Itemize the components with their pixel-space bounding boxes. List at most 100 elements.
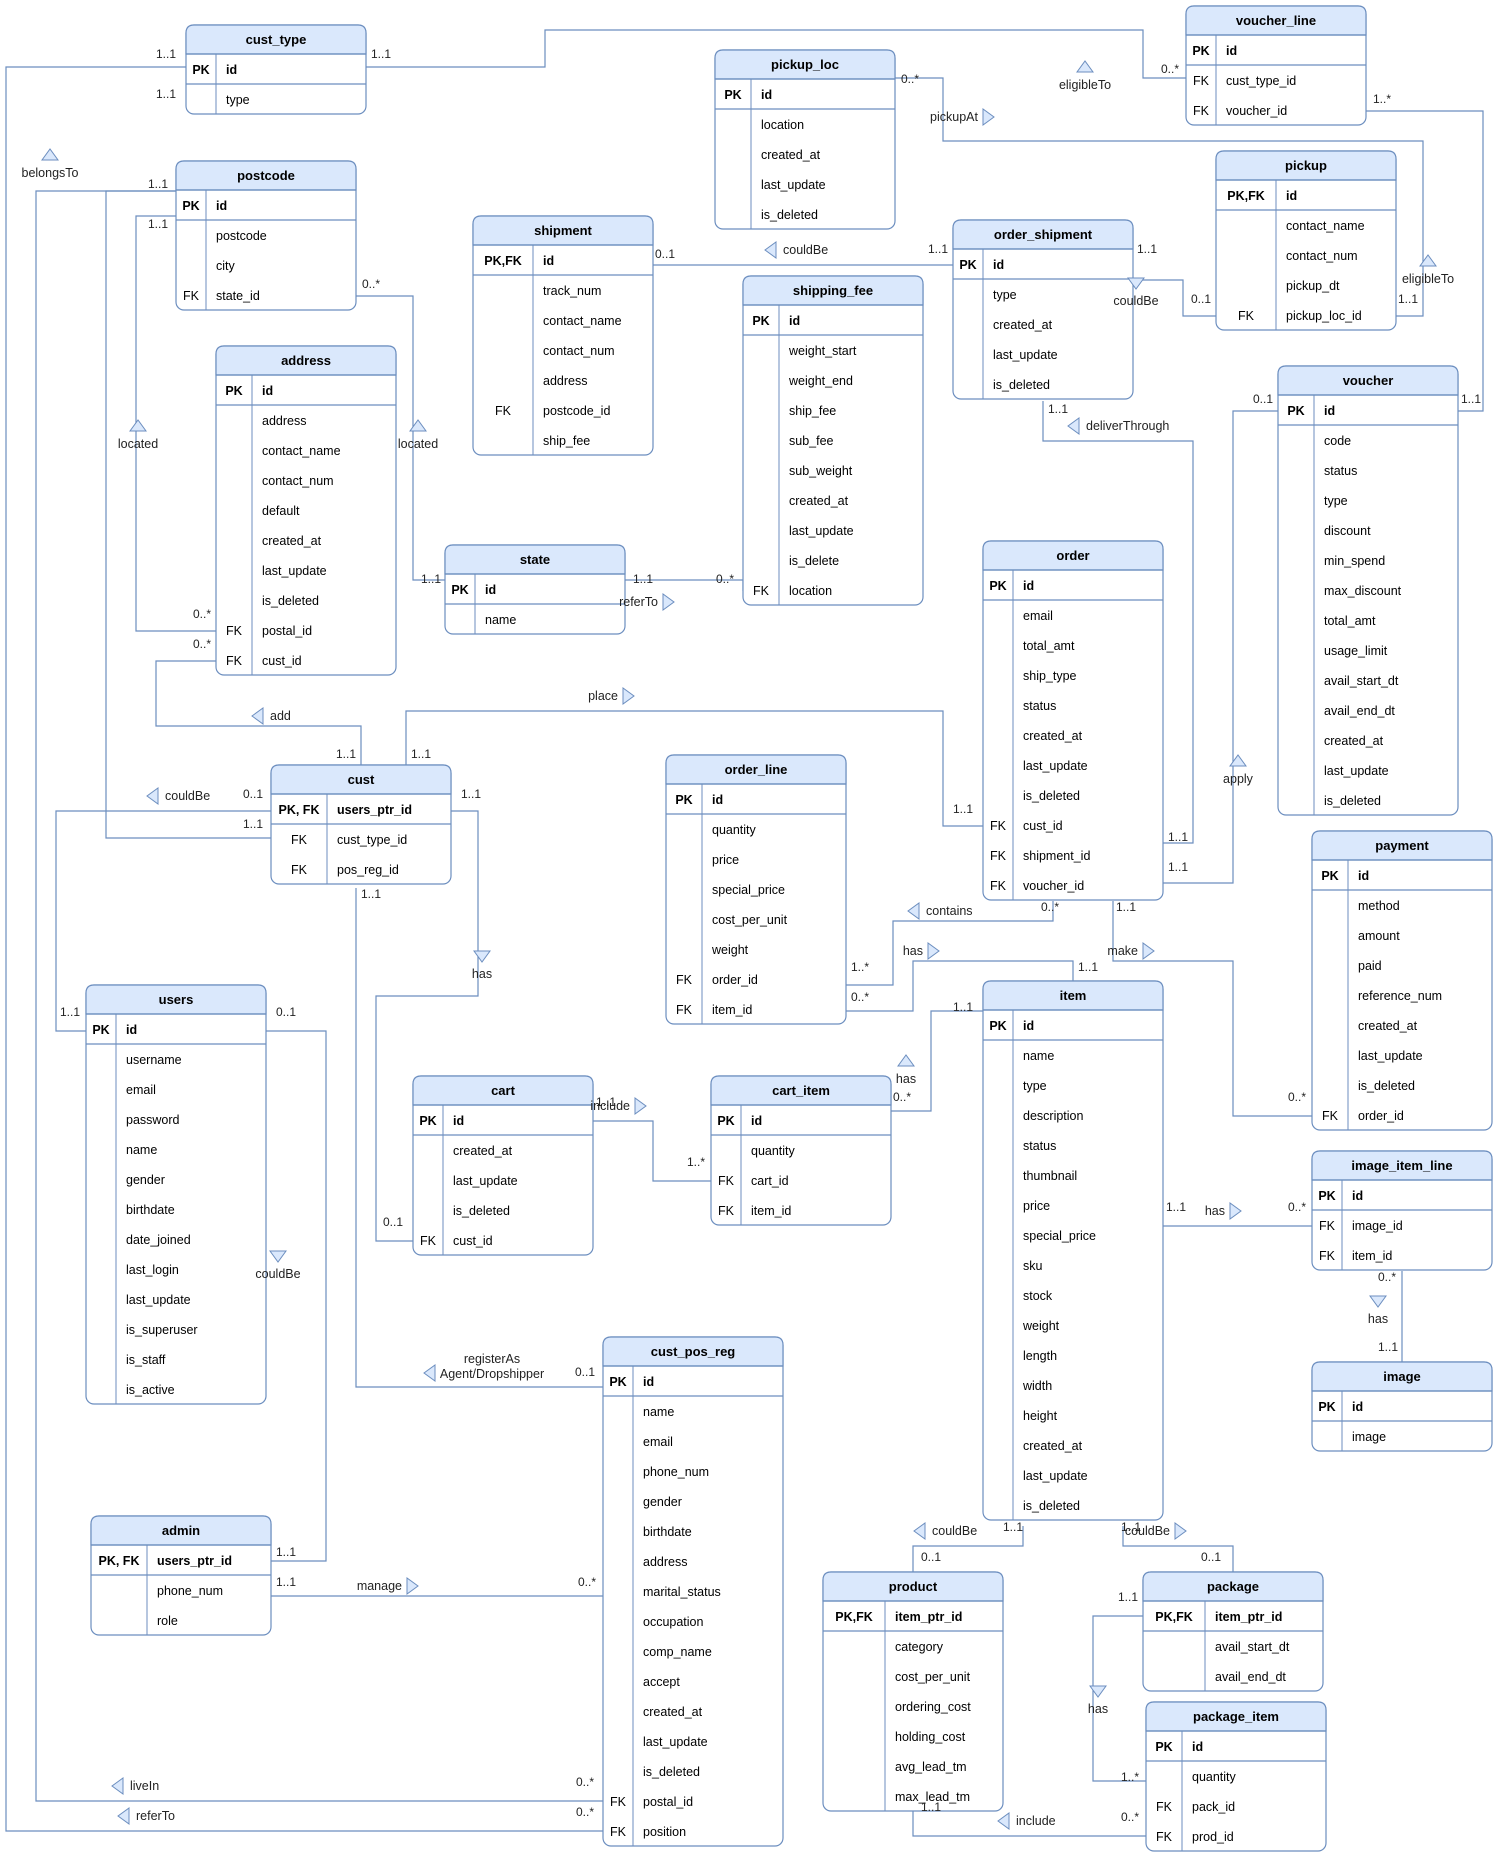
cardinality-cu_left2: 1..1 xyxy=(243,817,263,831)
entity-order_line[interactable]: order_line PK id quantity price special_price… xyxy=(665,754,847,1025)
field-name: voucher_id xyxy=(1023,879,1084,893)
entity-order_shipment[interactable]: order_shipment PK id type created_at last_upd… xyxy=(952,219,1134,400)
cardinality-cu_right: 1..1 xyxy=(461,787,481,801)
field-name: created_at xyxy=(262,534,322,548)
entity-title: voucher xyxy=(1343,373,1394,388)
field-name: id xyxy=(216,199,227,213)
relationship-name: include xyxy=(1016,1814,1056,1828)
field-key: FK xyxy=(291,863,308,877)
direction-triangle-icon xyxy=(251,707,264,725)
field-name: id xyxy=(453,1114,464,1128)
relationship-label-belongsTo: belongsTo xyxy=(22,148,79,180)
relationship-name: couldBe xyxy=(783,243,828,257)
entity-voucher_line[interactable]: voucher_line PK id FK cust_type_id FK voucher_… xyxy=(1185,5,1367,126)
field-name: price xyxy=(1023,1199,1050,1213)
entity-title: shipping_fee xyxy=(793,283,873,298)
field-name: id xyxy=(1226,44,1237,58)
entity-pickup[interactable]: pickup PK,FK id contact_name contact_numpick… xyxy=(1215,150,1397,331)
field-name: last_update xyxy=(1023,1469,1088,1483)
entity-order[interactable]: order PK id email total_amt ship_typestatus cr… xyxy=(982,540,1164,901)
field-key: PK xyxy=(1318,1400,1335,1414)
field-key: FK xyxy=(676,1003,693,1017)
entity-payment[interactable]: payment PK id method amount paid reference_num… xyxy=(1311,830,1493,1131)
field-name: is_deleted xyxy=(643,1765,700,1779)
field-name: role xyxy=(157,1614,178,1628)
entity-shipping_fee[interactable]: shipping_fee PK id weight_start weight_endsh… xyxy=(742,275,924,606)
field-name: last_update xyxy=(126,1293,191,1307)
field-name: length xyxy=(1023,1349,1057,1363)
field-key: FK xyxy=(226,624,243,638)
field-name: last_update xyxy=(789,524,854,538)
field-name: min_spend xyxy=(1324,554,1385,568)
field-name: username xyxy=(126,1053,182,1067)
field-name: address xyxy=(262,414,306,428)
field-name: ship_fee xyxy=(789,404,836,418)
field-name: type xyxy=(1324,494,1348,508)
direction-triangle-icon xyxy=(41,148,59,161)
entity-voucher[interactable]: voucher PK id code status type discount min_spe… xyxy=(1277,365,1459,816)
direction-triangle-icon xyxy=(997,1812,1010,1830)
field-name: last_login xyxy=(126,1263,179,1277)
field-key: FK xyxy=(753,584,770,598)
field-name: address xyxy=(643,1555,687,1569)
cardinality-os_bottom: 1..1 xyxy=(1048,402,1068,416)
field-name: weight_start xyxy=(788,344,857,358)
relationship-label-located_postcode: located xyxy=(398,419,438,451)
entity-package_item[interactable]: package_item PK id quantity FK pack_id FK prod_… xyxy=(1145,1701,1327,1852)
entity-cart_item[interactable]: cart_item PK id quantity FK cart_id FK item_id xyxy=(710,1075,892,1226)
entity-title: users xyxy=(159,992,194,1007)
field-key: FK xyxy=(990,819,1007,833)
field-key: PK xyxy=(1155,1740,1172,1754)
entity-title: cart_item xyxy=(772,1083,830,1098)
entity-package[interactable]: package PK,FK item_ptr_id avail_start_dtava… xyxy=(1142,1571,1324,1692)
field-name: name xyxy=(643,1405,674,1419)
field-name: last_update xyxy=(761,178,826,192)
entity-product[interactable]: product PK,FK item_ptr_id category cost_per_… xyxy=(822,1571,1004,1812)
relationship-line xyxy=(266,1030,327,1562)
cardinality-iil_left: 0..* xyxy=(1288,1200,1306,1214)
entity-cust_pos_reg[interactable]: cust_pos_reg PK id name email phone_numgender… xyxy=(602,1336,784,1847)
field-name: last_update xyxy=(993,348,1058,362)
entity-users[interactable]: users PK id username email password name gender… xyxy=(85,984,267,1405)
entity-image[interactable]: image PK id image xyxy=(1311,1361,1493,1452)
field-key: PK xyxy=(451,583,468,597)
field-name: created_at xyxy=(1358,1019,1418,1033)
relationship-name: couldBe xyxy=(932,1524,977,1538)
entity-cart[interactable]: cart PK id created_at last_update is_deleted F… xyxy=(412,1075,594,1256)
field-name: email xyxy=(1023,609,1053,623)
entity-pickup_loc[interactable]: pickup_loc PK id location created_at last_upd… xyxy=(714,49,896,230)
entity-cust_type[interactable]: cust_type PK id type xyxy=(185,24,367,115)
entity-item[interactable]: item PK id name type description status thumbna… xyxy=(982,980,1164,1521)
cardinality-os_left: 1..1 xyxy=(928,242,948,256)
entity-image_item_line[interactable]: image_item_line PK id FK image_id FK item_id xyxy=(1311,1150,1493,1271)
direction-triangle-icon xyxy=(982,108,995,126)
cardinality-cu_top1: 1..1 xyxy=(336,747,356,761)
cardinality-sh_right: 0..1 xyxy=(655,247,675,261)
relationship-label-registerAs: registerAsAgent/Dropshipper xyxy=(423,1352,544,1382)
cardinality-it_b1: 1..1 xyxy=(1003,1520,1023,1534)
field-name: cart_id xyxy=(751,1174,789,1188)
field-name: pickup_dt xyxy=(1286,279,1340,293)
field-name: cost_per_unit xyxy=(712,913,788,927)
field-key: PK xyxy=(1287,404,1304,418)
entity-shipment[interactable]: shipment PK,FK id track_num contact_namecont… xyxy=(472,215,654,456)
cardinality-pr_bottom: 1..1 xyxy=(921,1800,941,1814)
field-name: pickup_loc_id xyxy=(1286,309,1362,323)
relationship-name: pickupAt xyxy=(930,110,978,124)
relationship-name: eligibleTo xyxy=(1059,78,1111,92)
cardinality-it_top: 1..1 xyxy=(1078,960,1098,974)
field-name: quantity xyxy=(1192,1770,1237,1784)
cardinality-or_ship: 1..1 xyxy=(1168,830,1188,844)
entity-postcode[interactable]: postcode PK id postcode city FK state_id xyxy=(175,160,357,311)
cardinality-cu_left: 0..1 xyxy=(243,787,263,801)
entity-admin[interactable]: admin PK, FK users_ptr_id phone_numrole xyxy=(90,1515,272,1636)
entity-cust[interactable]: cust PK, FK users_ptr_id FK cust_type_id FK po… xyxy=(270,764,452,885)
cardinality-vo_left: 0..1 xyxy=(1253,392,1273,406)
field-name: thumbnail xyxy=(1023,1169,1077,1183)
cardinality-or_vou: 1..1 xyxy=(1168,860,1188,874)
direction-triangle-icon xyxy=(146,787,159,805)
entity-state[interactable]: state PK id name xyxy=(444,544,626,635)
entity-address[interactable]: address PK id address contact_name contact_nu… xyxy=(215,345,397,676)
cardinality-ca_left: 0..1 xyxy=(383,1215,403,1229)
cardinality-pl_right: 0..* xyxy=(901,72,919,86)
